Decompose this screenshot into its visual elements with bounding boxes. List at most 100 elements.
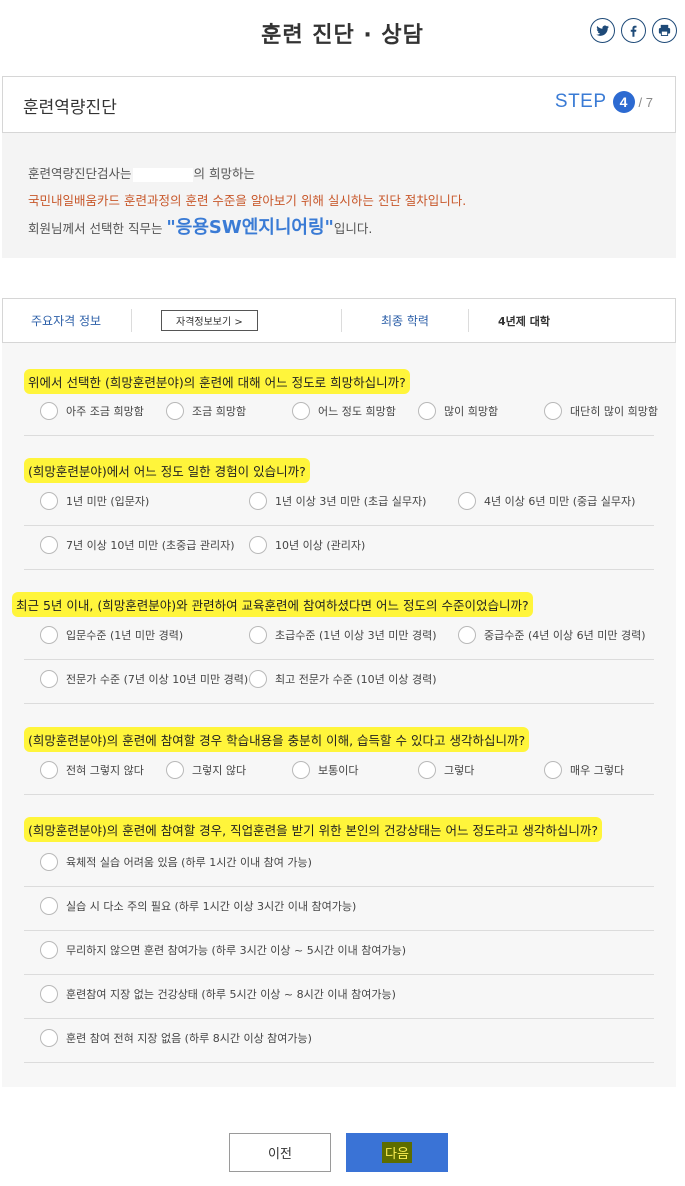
radio-option[interactable]: 1년 이상 3년 미만 (초급 실무자) — [249, 492, 426, 510]
prev-button[interactable]: 이전 — [229, 1133, 331, 1172]
intro-text: 입니다. — [333, 221, 373, 236]
radio-option[interactable]: 대단히 많이 희망함 — [544, 402, 658, 420]
radio-button[interactable] — [458, 626, 476, 644]
intro-text: 훈련역량진단검사는 — [28, 166, 132, 181]
option-label: 1년 미만 (입문자) — [66, 495, 150, 508]
radio-button[interactable] — [249, 492, 267, 510]
radio-button[interactable] — [249, 670, 267, 688]
cert-info-button[interactable]: 자격정보보기 > — [161, 310, 258, 331]
option-label: 어느 정도 희망함 — [318, 405, 396, 418]
radio-option[interactable]: 그렇지 않다 — [166, 761, 246, 779]
radio-option[interactable]: 1년 미만 (입문자) — [40, 492, 149, 510]
radio-button[interactable] — [40, 853, 58, 871]
radio-option[interactable]: 조금 희망함 — [166, 402, 246, 420]
option-label: 초급수준 (1년 이상 3년 미만 경력) — [275, 629, 437, 642]
radio-button[interactable] — [40, 941, 58, 959]
radio-option[interactable]: 전혀 그렇지 않다 — [40, 761, 144, 779]
option-label: 실습 시 다소 주의 필요 (하루 1시간 이상 3시간 이내 참여가능) — [66, 900, 357, 913]
option-row: 1년 미만 (입문자) 1년 이상 3년 미만 (초급 실무자) 4년 이상 6… — [24, 482, 654, 526]
radio-button[interactable] — [40, 492, 58, 510]
radio-button[interactable] — [40, 985, 58, 1003]
radio-option[interactable]: 4년 이상 6년 미만 (중급 실무자) — [458, 492, 635, 510]
radio-option[interactable]: 무리하지 않으면 훈련 참여가능 (하루 3시간 이상 ~ 5시간 이내 참여가… — [40, 941, 406, 959]
radio-button[interactable] — [40, 402, 58, 420]
option-row: 아주 조금 희망함 조금 희망함 어느 정도 희망함 많이 희망함 대단히 많이… — [24, 392, 658, 436]
question-text: 최근 5년 이내, (희망훈련분야)와 관련하여 교육훈련에 참여하셨다면 어느… — [12, 592, 533, 617]
option-label: 훈련참여 지장 없는 건강상태 (하루 5시간 이상 ~ 8시간 이내 참여가능… — [66, 988, 396, 1001]
radio-button[interactable] — [249, 626, 267, 644]
option-label: 매우 그렇다 — [570, 764, 625, 777]
intro-line-2: 국민내일배움카드 훈련과정의 훈련 수준을 알아보기 위해 실시하는 진단 절차… — [28, 193, 467, 208]
option-row: 전혀 그렇지 않다 그렇지 않다 보통이다 그렇다 매우 그렇다 — [24, 751, 654, 795]
edu-value: 4년제 대학 — [498, 314, 550, 328]
radio-button[interactable] — [249, 536, 267, 554]
radio-button[interactable] — [40, 670, 58, 688]
radio-option[interactable]: 최고 전문가 수준 (10년 이상 경력) — [249, 670, 437, 688]
twitter-button[interactable] — [590, 18, 615, 43]
radio-option[interactable]: 그렇다 — [418, 761, 474, 779]
radio-option[interactable]: 입문수준 (1년 미만 경력) — [40, 626, 183, 644]
radio-button[interactable] — [166, 402, 184, 420]
radio-button[interactable] — [458, 492, 476, 510]
radio-option[interactable]: 10년 이상 (관리자) — [249, 536, 365, 554]
option-label: 대단히 많이 희망함 — [570, 405, 658, 418]
radio-option[interactable]: 7년 이상 10년 미만 (초중급 관리자) — [40, 536, 235, 554]
radio-option[interactable]: 매우 그렇다 — [544, 761, 624, 779]
radio-button[interactable] — [40, 897, 58, 915]
radio-option[interactable]: 보통이다 — [292, 761, 358, 779]
option-row: 무리하지 않으면 훈련 참여가능 (하루 3시간 이상 ~ 5시간 이내 참여가… — [24, 931, 654, 975]
option-label: 훈련 참여 전혀 지장 없음 (하루 8시간 이상 참여가능) — [66, 1032, 312, 1045]
radio-option[interactable]: 훈련 참여 전혀 지장 없음 (하루 8시간 이상 참여가능) — [40, 1029, 312, 1047]
option-label: 전혀 그렇지 않다 — [66, 764, 144, 777]
page-title: 훈련 진단 · 상담 — [261, 23, 424, 48]
radio-option[interactable]: 아주 조금 희망함 — [40, 402, 144, 420]
radio-button[interactable] — [544, 402, 562, 420]
option-label: 전문가 수준 (7년 이상 10년 미만 경력) — [66, 673, 249, 686]
radio-button[interactable] — [418, 402, 436, 420]
step-current: 4 — [612, 91, 635, 113]
radio-option[interactable]: 초급수준 (1년 이상 3년 미만 경력) — [249, 626, 437, 644]
radio-button[interactable] — [40, 536, 58, 554]
radio-button[interactable] — [418, 761, 436, 779]
radio-button[interactable] — [40, 1029, 58, 1047]
intro-panel: 훈련역량진단검사는 의 희망하는 국민내일배움카드 훈련과정의 훈련 수준을 알아… — [2, 133, 676, 258]
radio-button[interactable] — [40, 626, 58, 644]
option-label: 중급수준 (4년 이상 6년 미만 경력) — [484, 629, 646, 642]
cert-label: 주요자격 정보 — [31, 314, 102, 328]
radio-button[interactable] — [292, 402, 310, 420]
radio-button[interactable] — [40, 761, 58, 779]
facebook-button[interactable] — [621, 18, 646, 43]
radio-option[interactable]: 훈련참여 지장 없는 건강상태 (하루 5시간 이상 ~ 8시간 이내 참여가능… — [40, 985, 396, 1003]
radio-option[interactable]: 전문가 수준 (7년 이상 10년 미만 경력) — [40, 670, 248, 688]
intro-line-1: 훈련역량진단검사는 의 희망하는 — [28, 163, 255, 182]
cert-label-cell: 주요자격 정보 — [31, 299, 101, 342]
question-area: 위에서 선택한 (희망훈련분야)의 훈련에 대해 어느 정도로 희망하십니까? … — [2, 343, 676, 1087]
radio-option[interactable]: 중급수준 (4년 이상 6년 미만 경력) — [458, 626, 646, 644]
cert-button-cell: 자격정보보기 > — [161, 299, 258, 342]
option-label: 보통이다 — [318, 764, 359, 777]
next-button-label: 다음 — [382, 1142, 412, 1163]
redacted-region — [132, 167, 193, 182]
next-button[interactable]: 다음 — [346, 1133, 448, 1172]
radio-button[interactable] — [544, 761, 562, 779]
question-text: (희망훈련분야)에서 어느 정도 일한 경험이 있습니까? — [24, 458, 310, 483]
info-panel: 주요자격 정보 자격정보보기 > 최종 학력 4년제 대학 — [2, 298, 676, 343]
option-label: 최고 전문가 수준 (10년 이상 경력) — [275, 673, 437, 686]
option-label: 많이 희망함 — [444, 405, 499, 418]
radio-option[interactable]: 실습 시 다소 주의 필요 (하루 1시간 이상 3시간 이내 참여가능) — [40, 897, 356, 915]
question-text: (희망훈련분야)의 훈련에 참여할 경우 학습내용을 충분히 이해, 습득할 수… — [24, 727, 530, 752]
print-button[interactable] — [652, 18, 677, 43]
radio-option[interactable]: 어느 정도 희망함 — [292, 402, 396, 420]
facebook-icon — [630, 25, 637, 37]
edu-label: 최종 학력 — [381, 314, 429, 328]
option-row: 훈련참여 지장 없는 건강상태 (하루 5시간 이상 ~ 8시간 이내 참여가능… — [24, 975, 654, 1019]
radio-option[interactable]: 많이 희망함 — [418, 402, 498, 420]
radio-button[interactable] — [166, 761, 184, 779]
option-label: 조금 희망함 — [192, 405, 247, 418]
page-header: 훈련 진단 · 상담 — [0, 0, 685, 66]
intro-text: 회원님께서 선택한 직무는 — [28, 221, 167, 236]
radio-option[interactable]: 육체적 실습 어려움 있음 (하루 1시간 이내 참여 가능) — [40, 853, 312, 871]
option-label: 그렇지 않다 — [192, 764, 247, 777]
radio-button[interactable] — [292, 761, 310, 779]
option-label: 아주 조금 희망함 — [66, 405, 144, 418]
